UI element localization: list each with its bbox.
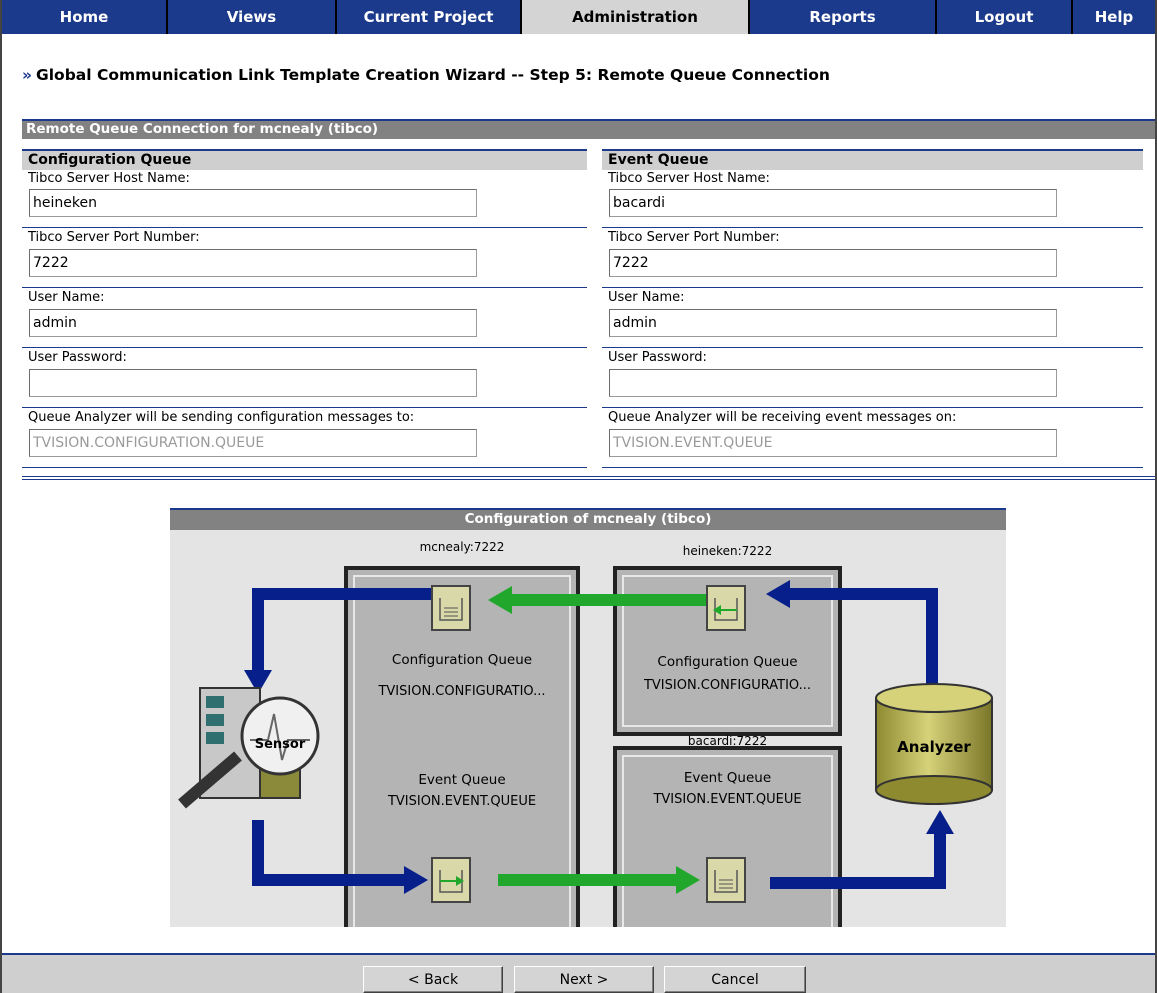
config-user-label: User Name: (28, 290, 105, 305)
next-button[interactable]: Next > (514, 966, 654, 993)
left-event-queue-name: TVISION.EVENT.QUEUE (387, 794, 537, 809)
page-title: » Global Communication Link Template Crea… (22, 66, 830, 84)
event-user-field-group: User Name: (602, 288, 1143, 348)
top-nav: Home Views Current Project Administratio… (2, 0, 1155, 34)
section-header: Remote Queue Connection for mcnealy (tib… (22, 119, 1155, 139)
event-queue-header: Event Queue (602, 149, 1143, 170)
right-config-queue-label: Configuration Queue (657, 654, 798, 670)
event-host-label: Tibco Server Host Name: (608, 171, 770, 186)
event-host-field-group: Tibco Server Host Name: (602, 170, 1143, 228)
left-config-queue-label: Configuration Queue (391, 652, 533, 668)
config-password-field-group: User Password: (22, 348, 587, 408)
tab-help[interactable]: Help (1073, 0, 1155, 34)
mcnealy-event-queue-icon (431, 857, 471, 903)
cancel-button[interactable]: Cancel (664, 966, 806, 993)
right-top-server-label: heineken:7222 (682, 544, 773, 558)
right-config-queue-name: TVISION.CONFIGURATIO... (643, 678, 812, 693)
heineken-config-queue-icon (706, 585, 746, 631)
tab-logout[interactable]: Logout (937, 0, 1071, 34)
left-config-queue-name: TVISION.CONFIGURATIO... (378, 684, 546, 699)
event-host-input[interactable] (609, 189, 1057, 217)
right-event-queue-name: TVISION.EVENT.QUEUE (653, 792, 802, 807)
analyzer-label: Analyzer (897, 738, 971, 756)
sensor-label: Sensor (254, 737, 306, 752)
tab-administration[interactable]: Administration (522, 0, 748, 34)
tab-reports[interactable]: Reports (750, 0, 935, 34)
event-password-input[interactable] (609, 369, 1057, 397)
event-port-input[interactable] (609, 249, 1057, 277)
config-port-label: Tibco Server Port Number: (28, 230, 200, 245)
diagram-canvas (178, 566, 993, 927)
event-user-label: User Name: (608, 290, 685, 305)
event-user-input[interactable] (609, 309, 1057, 337)
chevron-right-icon: » (22, 66, 33, 84)
form-divider (22, 476, 1155, 480)
page-title-text: Global Communication Link Template Creat… (36, 66, 830, 84)
event-queue-field-group: Queue Analyzer will be receiving event m… (602, 408, 1143, 468)
event-port-label: Tibco Server Port Number: (608, 230, 780, 245)
event-password-label: User Password: (608, 350, 707, 365)
bacardi-event-queue-icon (706, 857, 746, 903)
event-queue-input[interactable] (609, 429, 1057, 457)
config-queue-input[interactable] (29, 429, 477, 457)
config-password-input[interactable] (29, 369, 477, 397)
event-queue-panel: Event Queue Tibco Server Host Name: Tibc… (602, 149, 1143, 468)
right-bottom-server-label: bacardi:7222 (687, 734, 768, 748)
left-server-label: mcnealy:7222 (419, 540, 505, 554)
configuration-queue-panel: Configuration Queue Tibco Server Host Na… (22, 149, 587, 468)
config-password-label: User Password: (28, 350, 127, 365)
diagram-title: Configuration of mcnealy (tibco) (170, 508, 1006, 530)
right-event-queue-label: Event Queue (683, 770, 772, 786)
tab-views[interactable]: Views (168, 0, 335, 34)
back-button[interactable]: < Back (363, 966, 503, 993)
config-port-input[interactable] (29, 249, 477, 277)
event-password-field-group: User Password: (602, 348, 1143, 408)
event-port-field-group: Tibco Server Port Number: (602, 228, 1143, 288)
configuration-queue-header: Configuration Queue (22, 149, 587, 170)
event-queue-label: Queue Analyzer will be receiving event m… (608, 410, 957, 425)
tab-current-project[interactable]: Current Project (337, 0, 520, 34)
config-user-field-group: User Name: (22, 288, 587, 348)
left-event-queue-label: Event Queue (418, 772, 506, 788)
configuration-diagram: Configuration of mcnealy (tibco) mcnealy… (170, 508, 1006, 927)
tab-home[interactable]: Home (2, 0, 166, 34)
config-host-input[interactable] (29, 189, 477, 217)
wizard-footer: < Back Next > Cancel (2, 953, 1155, 993)
mcnealy-config-queue-icon (431, 585, 471, 631)
config-queue-field-group: Queue Analyzer will be sending configura… (22, 408, 587, 468)
config-user-input[interactable] (29, 309, 477, 337)
config-port-field-group: Tibco Server Port Number: (22, 228, 587, 288)
config-host-label: Tibco Server Host Name: (28, 171, 190, 186)
config-queue-label: Queue Analyzer will be sending configura… (28, 410, 415, 425)
config-host-field-group: Tibco Server Host Name: (22, 170, 587, 228)
